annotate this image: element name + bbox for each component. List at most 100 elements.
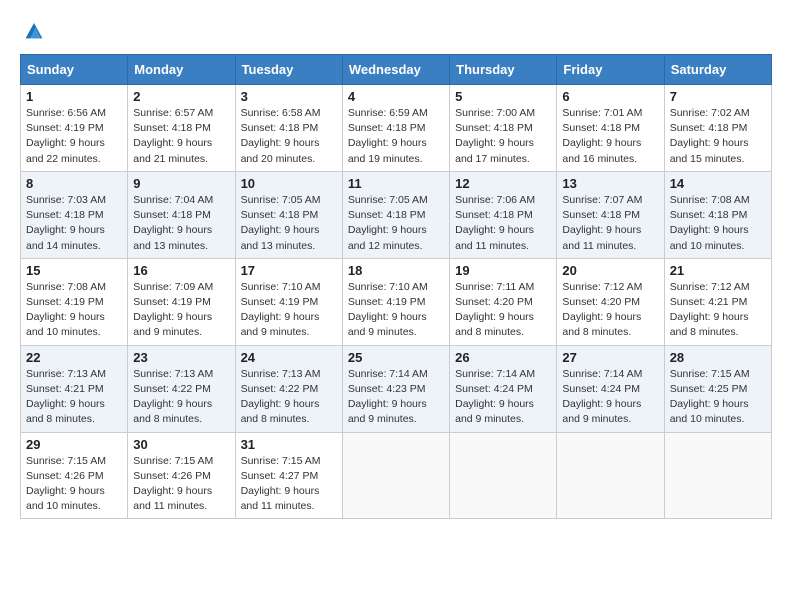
day-info: Sunrise: 7:13 AMSunset: 4:22 PMDaylight:… xyxy=(241,368,321,426)
day-number: 18 xyxy=(348,263,444,278)
day-info: Sunrise: 7:13 AMSunset: 4:21 PMDaylight:… xyxy=(26,368,106,426)
calendar-cell: 8 Sunrise: 7:03 AMSunset: 4:18 PMDayligh… xyxy=(21,171,128,258)
day-number: 31 xyxy=(241,437,337,452)
calendar-cell: 25 Sunrise: 7:14 AMSunset: 4:23 PMDaylig… xyxy=(342,345,449,432)
day-info: Sunrise: 7:02 AMSunset: 4:18 PMDaylight:… xyxy=(670,107,750,165)
calendar-cell xyxy=(342,432,449,519)
calendar-cell: 20 Sunrise: 7:12 AMSunset: 4:20 PMDaylig… xyxy=(557,258,664,345)
calendar-header-saturday: Saturday xyxy=(664,55,771,85)
calendar-cell: 18 Sunrise: 7:10 AMSunset: 4:19 PMDaylig… xyxy=(342,258,449,345)
day-number: 23 xyxy=(133,350,229,365)
day-info: Sunrise: 7:00 AMSunset: 4:18 PMDaylight:… xyxy=(455,107,535,165)
day-number: 17 xyxy=(241,263,337,278)
day-number: 5 xyxy=(455,89,551,104)
calendar-cell: 28 Sunrise: 7:15 AMSunset: 4:25 PMDaylig… xyxy=(664,345,771,432)
day-info: Sunrise: 7:12 AMSunset: 4:20 PMDaylight:… xyxy=(562,281,642,339)
calendar-cell: 30 Sunrise: 7:15 AMSunset: 4:26 PMDaylig… xyxy=(128,432,235,519)
day-info: Sunrise: 7:14 AMSunset: 4:24 PMDaylight:… xyxy=(562,368,642,426)
day-info: Sunrise: 7:15 AMSunset: 4:25 PMDaylight:… xyxy=(670,368,750,426)
day-number: 6 xyxy=(562,89,658,104)
calendar-cell: 1 Sunrise: 6:56 AMSunset: 4:19 PMDayligh… xyxy=(21,85,128,172)
calendar-cell: 29 Sunrise: 7:15 AMSunset: 4:26 PMDaylig… xyxy=(21,432,128,519)
day-info: Sunrise: 7:15 AMSunset: 4:26 PMDaylight:… xyxy=(26,455,106,513)
day-info: Sunrise: 7:08 AMSunset: 4:18 PMDaylight:… xyxy=(670,194,750,252)
calendar-cell: 6 Sunrise: 7:01 AMSunset: 4:18 PMDayligh… xyxy=(557,85,664,172)
calendar-cell: 19 Sunrise: 7:11 AMSunset: 4:20 PMDaylig… xyxy=(450,258,557,345)
calendar-header-sunday: Sunday xyxy=(21,55,128,85)
day-number: 24 xyxy=(241,350,337,365)
calendar-cell xyxy=(557,432,664,519)
calendar-cell: 21 Sunrise: 7:12 AMSunset: 4:21 PMDaylig… xyxy=(664,258,771,345)
day-info: Sunrise: 7:07 AMSunset: 4:18 PMDaylight:… xyxy=(562,194,642,252)
calendar-cell xyxy=(664,432,771,519)
calendar-table: SundayMondayTuesdayWednesdayThursdayFrid… xyxy=(20,54,772,519)
calendar-cell: 13 Sunrise: 7:07 AMSunset: 4:18 PMDaylig… xyxy=(557,171,664,258)
day-info: Sunrise: 6:59 AMSunset: 4:18 PMDaylight:… xyxy=(348,107,428,165)
day-number: 29 xyxy=(26,437,122,452)
day-number: 10 xyxy=(241,176,337,191)
calendar-cell xyxy=(450,432,557,519)
day-info: Sunrise: 7:14 AMSunset: 4:23 PMDaylight:… xyxy=(348,368,428,426)
calendar-cell: 23 Sunrise: 7:13 AMSunset: 4:22 PMDaylig… xyxy=(128,345,235,432)
day-number: 1 xyxy=(26,89,122,104)
calendar-cell: 11 Sunrise: 7:05 AMSunset: 4:18 PMDaylig… xyxy=(342,171,449,258)
calendar-week-row: 22 Sunrise: 7:13 AMSunset: 4:21 PMDaylig… xyxy=(21,345,772,432)
day-info: Sunrise: 7:10 AMSunset: 4:19 PMDaylight:… xyxy=(241,281,321,339)
day-info: Sunrise: 7:06 AMSunset: 4:18 PMDaylight:… xyxy=(455,194,535,252)
calendar-header-thursday: Thursday xyxy=(450,55,557,85)
calendar-cell: 14 Sunrise: 7:08 AMSunset: 4:18 PMDaylig… xyxy=(664,171,771,258)
calendar-cell: 22 Sunrise: 7:13 AMSunset: 4:21 PMDaylig… xyxy=(21,345,128,432)
day-info: Sunrise: 7:01 AMSunset: 4:18 PMDaylight:… xyxy=(562,107,642,165)
day-number: 16 xyxy=(133,263,229,278)
calendar-cell: 26 Sunrise: 7:14 AMSunset: 4:24 PMDaylig… xyxy=(450,345,557,432)
page-header xyxy=(20,16,772,44)
day-info: Sunrise: 6:58 AMSunset: 4:18 PMDaylight:… xyxy=(241,107,321,165)
day-info: Sunrise: 6:57 AMSunset: 4:18 PMDaylight:… xyxy=(133,107,213,165)
calendar-header-wednesday: Wednesday xyxy=(342,55,449,85)
calendar-cell: 3 Sunrise: 6:58 AMSunset: 4:18 PMDayligh… xyxy=(235,85,342,172)
calendar-cell: 15 Sunrise: 7:08 AMSunset: 4:19 PMDaylig… xyxy=(21,258,128,345)
calendar-header-monday: Monday xyxy=(128,55,235,85)
day-info: Sunrise: 7:05 AMSunset: 4:18 PMDaylight:… xyxy=(348,194,428,252)
calendar-cell: 4 Sunrise: 6:59 AMSunset: 4:18 PMDayligh… xyxy=(342,85,449,172)
day-info: Sunrise: 7:15 AMSunset: 4:26 PMDaylight:… xyxy=(133,455,213,513)
day-info: Sunrise: 7:12 AMSunset: 4:21 PMDaylight:… xyxy=(670,281,750,339)
calendar-cell: 10 Sunrise: 7:05 AMSunset: 4:18 PMDaylig… xyxy=(235,171,342,258)
calendar-header-friday: Friday xyxy=(557,55,664,85)
calendar-cell: 24 Sunrise: 7:13 AMSunset: 4:22 PMDaylig… xyxy=(235,345,342,432)
day-number: 26 xyxy=(455,350,551,365)
day-info: Sunrise: 7:15 AMSunset: 4:27 PMDaylight:… xyxy=(241,455,321,513)
calendar-cell: 17 Sunrise: 7:10 AMSunset: 4:19 PMDaylig… xyxy=(235,258,342,345)
calendar-cell: 5 Sunrise: 7:00 AMSunset: 4:18 PMDayligh… xyxy=(450,85,557,172)
day-number: 20 xyxy=(562,263,658,278)
calendar-cell: 12 Sunrise: 7:06 AMSunset: 4:18 PMDaylig… xyxy=(450,171,557,258)
day-info: Sunrise: 7:13 AMSunset: 4:22 PMDaylight:… xyxy=(133,368,213,426)
day-number: 30 xyxy=(133,437,229,452)
day-info: Sunrise: 6:56 AMSunset: 4:19 PMDaylight:… xyxy=(26,107,106,165)
day-number: 13 xyxy=(562,176,658,191)
day-info: Sunrise: 7:03 AMSunset: 4:18 PMDaylight:… xyxy=(26,194,106,252)
day-number: 21 xyxy=(670,263,766,278)
day-info: Sunrise: 7:04 AMSunset: 4:18 PMDaylight:… xyxy=(133,194,213,252)
day-number: 27 xyxy=(562,350,658,365)
day-number: 11 xyxy=(348,176,444,191)
day-number: 8 xyxy=(26,176,122,191)
calendar-cell: 2 Sunrise: 6:57 AMSunset: 4:18 PMDayligh… xyxy=(128,85,235,172)
day-number: 14 xyxy=(670,176,766,191)
day-info: Sunrise: 7:05 AMSunset: 4:18 PMDaylight:… xyxy=(241,194,321,252)
calendar-header-row: SundayMondayTuesdayWednesdayThursdayFrid… xyxy=(21,55,772,85)
calendar-week-row: 15 Sunrise: 7:08 AMSunset: 4:19 PMDaylig… xyxy=(21,258,772,345)
day-number: 12 xyxy=(455,176,551,191)
day-info: Sunrise: 7:10 AMSunset: 4:19 PMDaylight:… xyxy=(348,281,428,339)
day-number: 7 xyxy=(670,89,766,104)
day-info: Sunrise: 7:11 AMSunset: 4:20 PMDaylight:… xyxy=(455,281,534,339)
day-number: 28 xyxy=(670,350,766,365)
day-info: Sunrise: 7:14 AMSunset: 4:24 PMDaylight:… xyxy=(455,368,535,426)
day-number: 4 xyxy=(348,89,444,104)
logo xyxy=(20,16,52,44)
calendar-cell: 27 Sunrise: 7:14 AMSunset: 4:24 PMDaylig… xyxy=(557,345,664,432)
day-number: 25 xyxy=(348,350,444,365)
calendar-week-row: 8 Sunrise: 7:03 AMSunset: 4:18 PMDayligh… xyxy=(21,171,772,258)
logo-icon xyxy=(20,16,48,44)
day-info: Sunrise: 7:08 AMSunset: 4:19 PMDaylight:… xyxy=(26,281,106,339)
